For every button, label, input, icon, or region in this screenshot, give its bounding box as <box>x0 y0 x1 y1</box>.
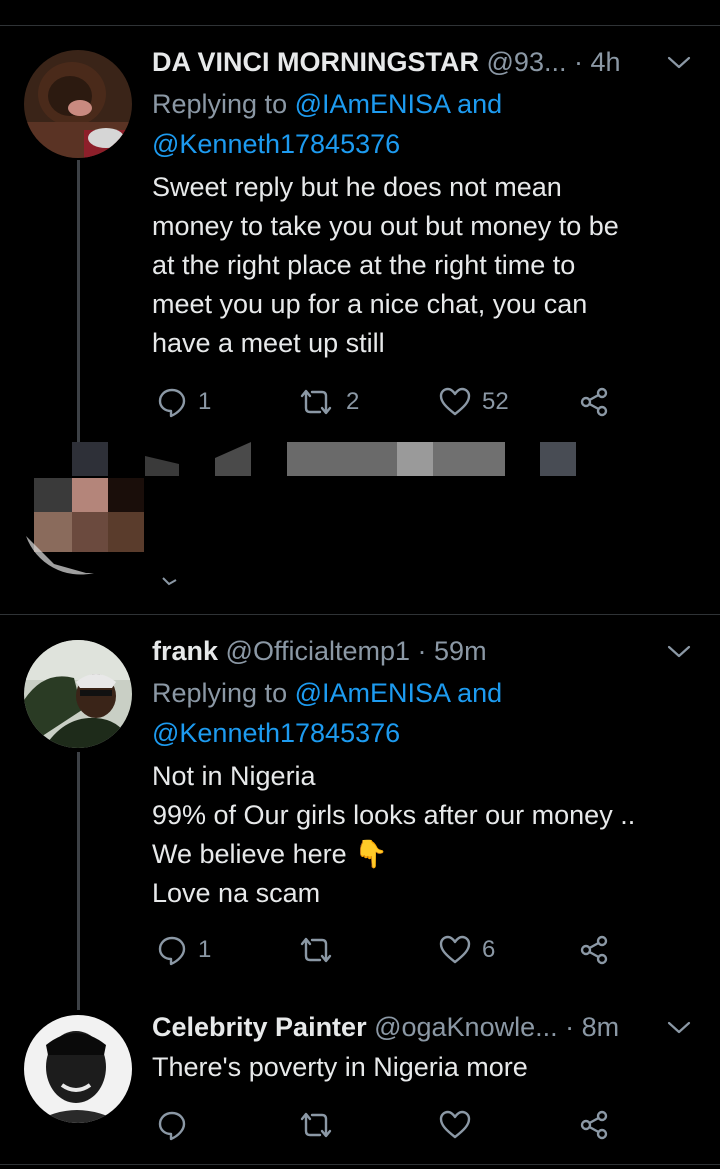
mention-link[interactable]: @IAmENISA <box>295 678 450 708</box>
reply-count: 1 <box>198 936 212 963</box>
avatar[interactable] <box>24 640 132 748</box>
like-button[interactable]: 52 <box>438 382 509 422</box>
bottom-divider <box>0 1164 720 1165</box>
mention-link[interactable]: @Kenneth17845376 <box>152 718 400 748</box>
replying-and: and <box>457 89 503 119</box>
tweet-actions <box>152 1105 622 1145</box>
share-button[interactable] <box>578 382 610 422</box>
tweet-header: DA VINCI MORNINGSTAR @93... · 4h <box>152 44 621 80</box>
tweet-text-line: 99% of Our girls looks after our money .… <box>152 800 636 830</box>
tweet-text-line: We believe here 👇 <box>152 839 388 869</box>
chevron-down-icon <box>162 577 177 586</box>
chevron-down-icon[interactable] <box>664 637 694 667</box>
share-button[interactable] <box>578 1105 610 1145</box>
display-name[interactable]: DA VINCI MORNINGSTAR <box>152 47 479 77</box>
retweet-count: 2 <box>346 388 360 415</box>
avatar[interactable] <box>24 50 132 158</box>
reply-count: 1 <box>198 388 212 415</box>
retweet-button[interactable]: 2 <box>296 382 359 422</box>
thread-line <box>77 160 80 450</box>
replying-prefix: Replying to <box>152 678 288 708</box>
share-icon <box>580 1110 608 1140</box>
replying-to: Replying to @IAmENISA and @Kenneth178453… <box>152 673 502 753</box>
pixelated-name <box>145 440 585 480</box>
tweet-text-line: There's poverty in Nigeria more <box>152 1052 528 1082</box>
display-name[interactable]: frank <box>152 636 218 666</box>
user-handle[interactable]: @93... <box>487 47 567 77</box>
retweet-icon <box>300 1112 332 1138</box>
share-icon <box>580 387 608 417</box>
tweet-text-line: Sweet reply but he does not mean <box>152 172 562 202</box>
top-divider <box>0 25 720 26</box>
tweet-header: Celebrity Painter @ogaKnowle... · 8m <box>152 1009 619 1045</box>
replying-prefix: Replying to <box>152 89 288 119</box>
pixelated-avatar <box>24 440 146 575</box>
tweet-text-line: at the right place at the right time to <box>152 250 576 280</box>
tweet-header: frank @Officialtemp1 · 59m <box>152 633 487 669</box>
tweet-text: There's poverty in Nigeria more <box>152 1048 528 1087</box>
reply-button[interactable] <box>156 1105 188 1145</box>
like-count: 52 <box>482 388 509 415</box>
user-handle[interactable]: @Officialtemp1 <box>226 636 410 666</box>
tweet-text-line: have a meet up still <box>152 328 385 358</box>
reply-bubble-icon <box>158 1111 186 1141</box>
reply-button[interactable]: 1 <box>156 382 211 422</box>
mention-link[interactable]: @IAmENISA <box>295 89 450 119</box>
like-button[interactable]: 6 <box>438 930 495 970</box>
tweet-text-line: Love na scam <box>152 878 321 908</box>
reply-bubble-icon <box>158 388 186 418</box>
tweet-text: Sweet reply but he does not mean money t… <box>152 168 619 363</box>
tweet-text: Not in Nigeria 99% of Our girls looks af… <box>152 757 635 913</box>
replying-and: and <box>457 678 503 708</box>
replying-to: Replying to @IAmENISA and @Kenneth178453… <box>152 84 502 164</box>
retweet-icon <box>300 389 332 415</box>
tweet-text-line: money to take you out but money to be <box>152 211 619 241</box>
retweet-button[interactable] <box>296 930 346 970</box>
reply-bubble-icon <box>158 936 186 966</box>
heart-icon <box>439 387 471 416</box>
timestamp[interactable]: · 4h <box>574 47 621 77</box>
thread-line <box>77 752 80 1010</box>
reply-button[interactable]: 1 <box>156 930 211 970</box>
share-button[interactable] <box>578 930 610 970</box>
display-name[interactable]: Celebrity Painter <box>152 1012 367 1042</box>
tweet-actions: 1 2 52 <box>152 382 622 422</box>
chevron-down-icon[interactable] <box>664 1013 694 1043</box>
like-count: 6 <box>482 936 496 963</box>
timestamp[interactable]: · 8m <box>565 1012 619 1042</box>
timestamp[interactable]: · 59m <box>418 636 487 666</box>
user-handle[interactable]: @ogaKnowle... <box>374 1012 558 1042</box>
tweet-text-line: Not in Nigeria <box>152 761 316 791</box>
heart-icon <box>439 935 471 964</box>
share-icon <box>580 935 608 965</box>
like-button[interactable] <box>438 1105 472 1145</box>
chevron-down-icon[interactable] <box>664 48 694 78</box>
heart-icon <box>439 1110 471 1139</box>
tweet-text-line: meet you up for a nice chat, you can <box>152 289 588 319</box>
section-divider <box>0 614 720 615</box>
mention-link[interactable]: @Kenneth17845376 <box>152 129 400 159</box>
retweet-button[interactable] <box>296 1105 336 1145</box>
tweet-actions: 1 6 <box>152 930 622 970</box>
retweet-icon <box>300 937 332 963</box>
avatar[interactable] <box>24 1015 132 1123</box>
